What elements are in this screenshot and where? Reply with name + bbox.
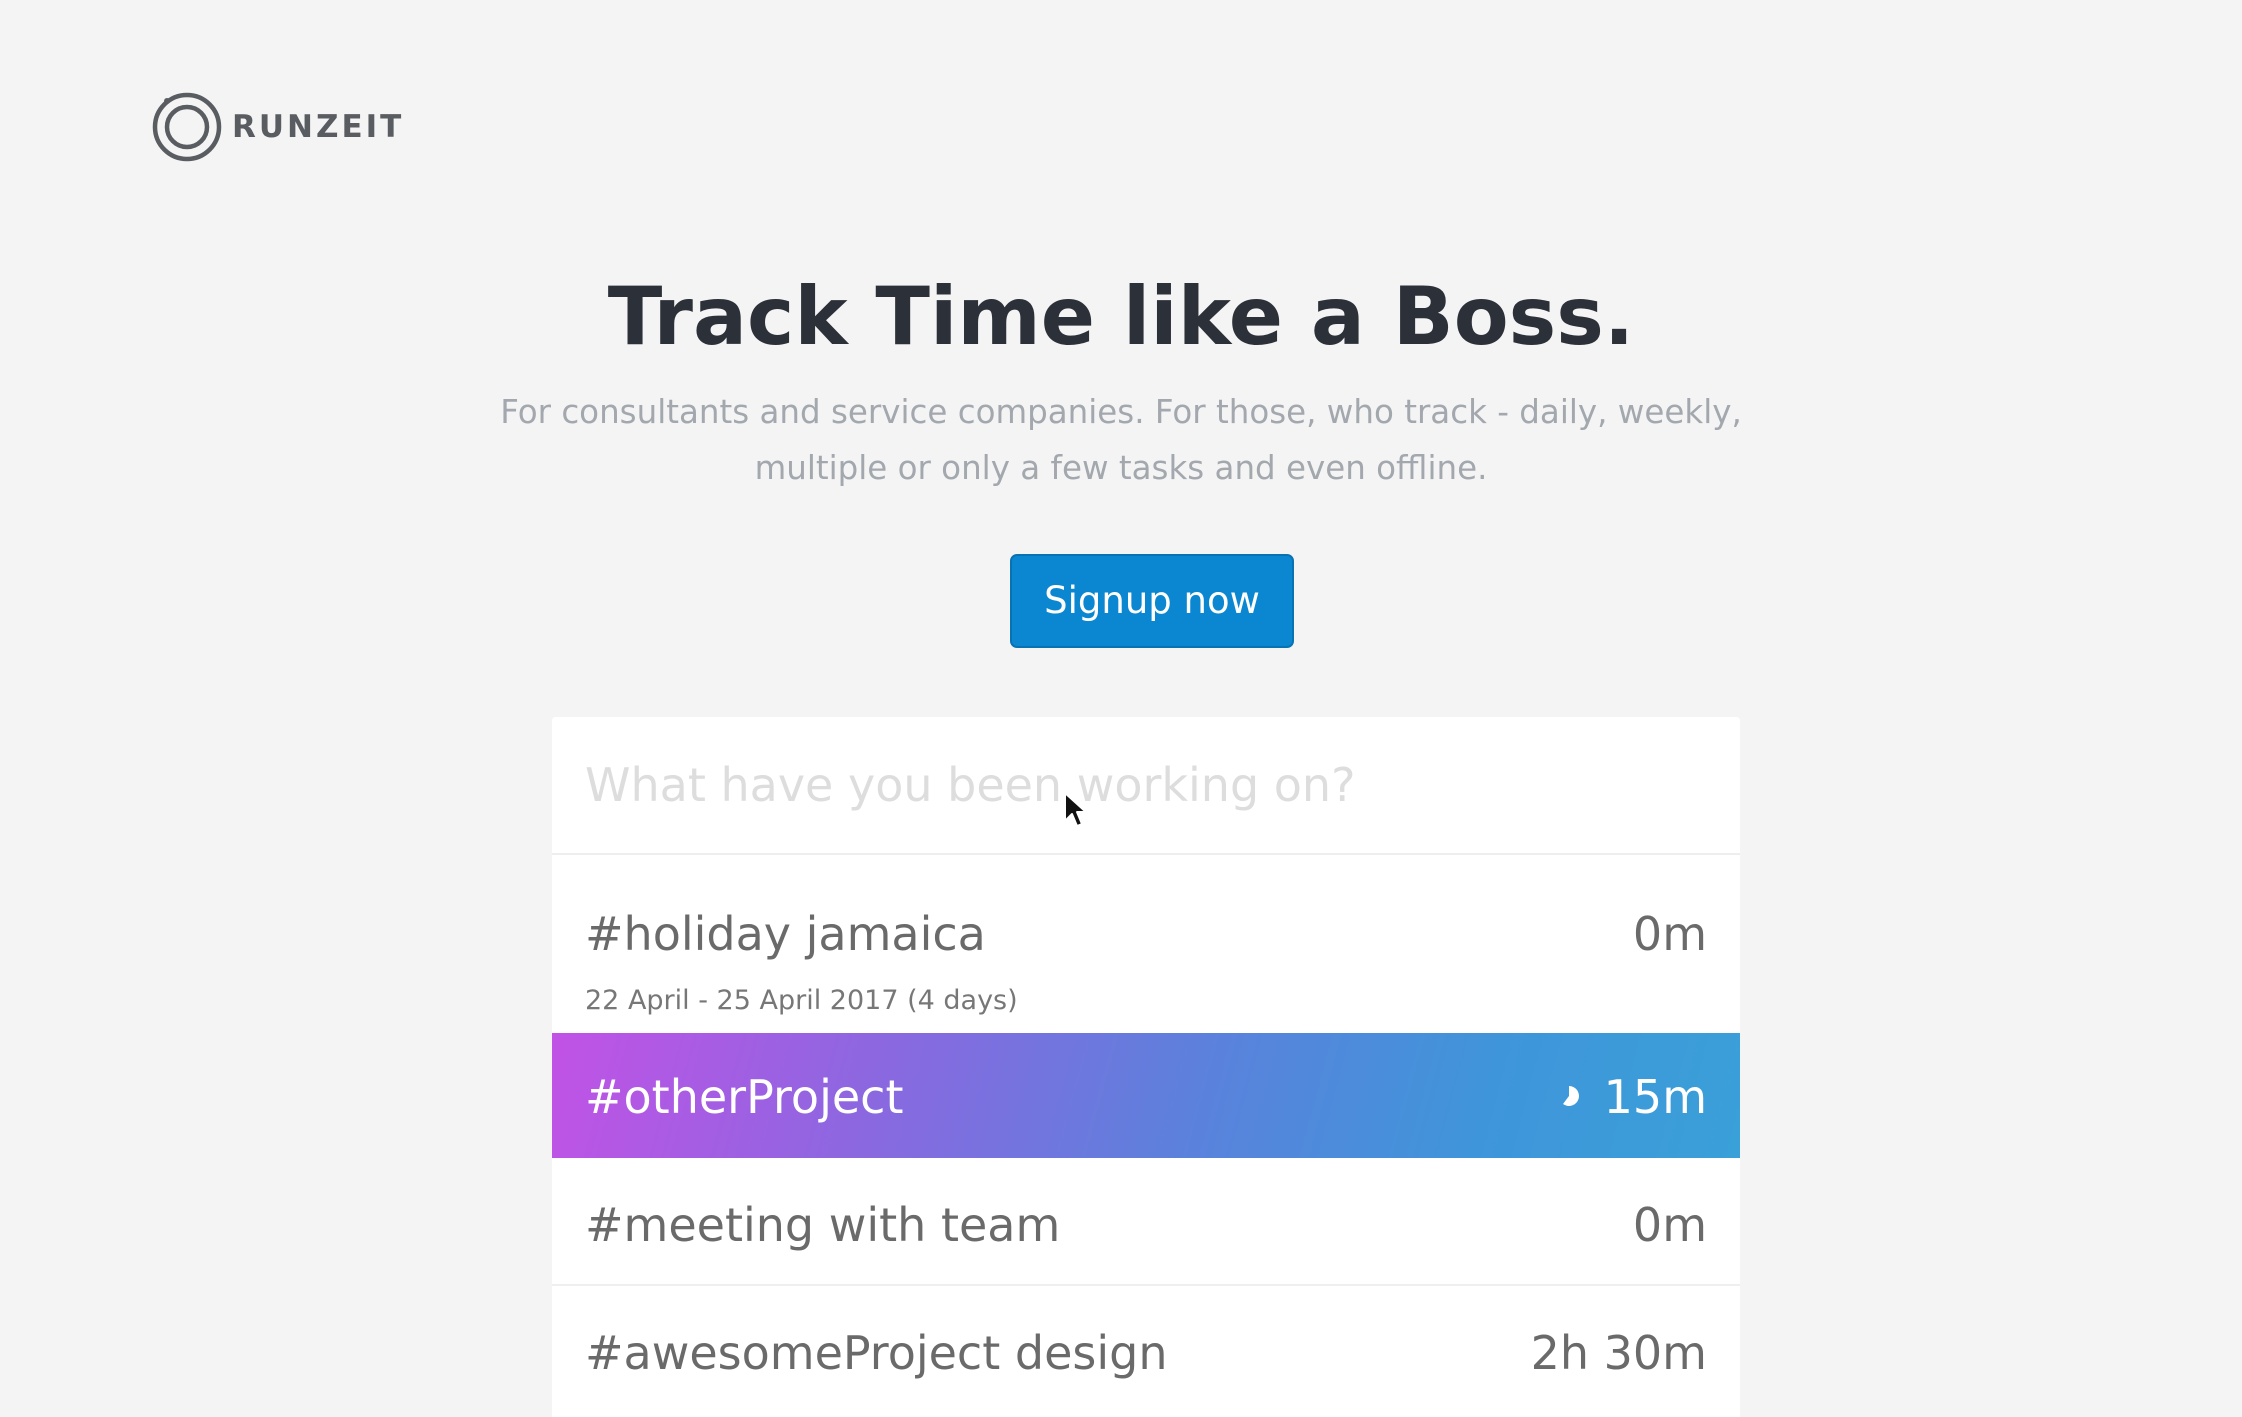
stopwatch-logo-icon — [152, 92, 222, 162]
entry-name: #holiday jamaica — [585, 907, 986, 961]
entry-time: 0m — [1632, 907, 1707, 961]
entry-name: #otherProject — [585, 1070, 904, 1124]
entry-row[interactable]: #meeting with team 0m — [552, 1158, 1740, 1286]
entry-time: 15m — [1603, 1070, 1707, 1124]
mouse-pointer-icon — [1064, 792, 1087, 827]
entry-name: #awesomeProject design — [585, 1326, 1168, 1380]
entry-row[interactable]: #holiday jamaica 0m 22 April - 25 April … — [552, 855, 1740, 1033]
entry-date-range: 22 April - 25 April 2017 (4 days) — [585, 985, 1018, 1016]
brand-name: RUNZEIT — [232, 109, 405, 145]
entry-name: #meeting with team — [585, 1198, 1061, 1252]
hero-section: Track Time like a Boss. For consultants … — [0, 262, 2242, 496]
entry-row[interactable]: #awesomeProject design 2h 30m — [552, 1286, 1740, 1414]
hero-title: Track Time like a Boss. — [607, 270, 1635, 363]
runzeit-logo[interactable]: RUNZEIT — [150, 90, 404, 164]
progress-pie-icon — [1563, 1086, 1579, 1106]
task-input[interactable] — [552, 717, 1740, 855]
entry-time: 2h 30m — [1530, 1326, 1707, 1380]
signup-button[interactable]: Signup now — [1010, 554, 1294, 648]
time-tracker-card: #holiday jamaica 0m 22 April - 25 April … — [552, 717, 1740, 1417]
hero-subtitle: For consultants and service companies. F… — [500, 393, 1742, 487]
entry-row-active[interactable]: #otherProject 15m — [552, 1033, 1740, 1158]
entry-time: 0m — [1632, 1198, 1707, 1252]
